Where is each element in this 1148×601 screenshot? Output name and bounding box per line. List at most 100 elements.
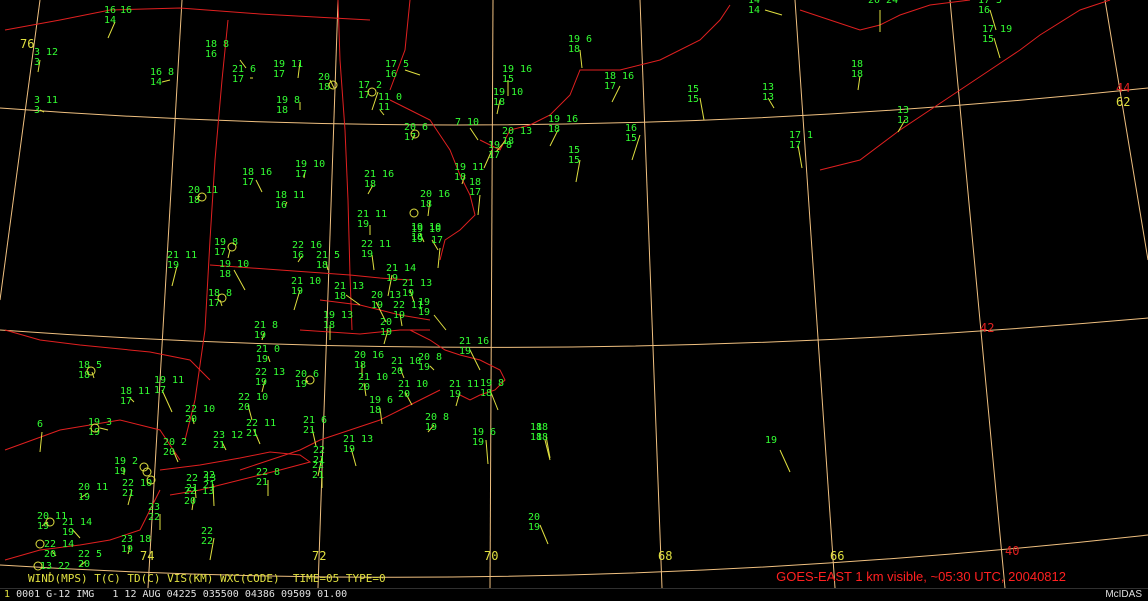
station-dewpoint: 17 bbox=[214, 247, 226, 258]
satellite-map[interactable]: 74 72 70 68 66 44 42 40 76 62 16141618 8… bbox=[0, 0, 1148, 588]
station-dewpoint: 17 bbox=[120, 396, 132, 407]
lat-label-44: 44 bbox=[1116, 81, 1130, 95]
station-temp-wind: 17 bbox=[431, 235, 443, 246]
station-dewpoint: 14 bbox=[150, 77, 162, 88]
station-dewpoint: 14 bbox=[748, 5, 760, 16]
station-dewpoint: 18 bbox=[851, 69, 863, 80]
station-dewpoint: 18 bbox=[316, 260, 328, 271]
station-temp-wind: 19 bbox=[765, 435, 777, 446]
lon-label-76: 76 bbox=[20, 37, 34, 51]
station-dewpoint: 19 bbox=[402, 288, 414, 299]
station-dewpoint: 16 bbox=[205, 49, 217, 60]
map-background bbox=[0, 0, 1148, 588]
station-dewpoint: 19 bbox=[361, 249, 373, 260]
station-dewpoint: 15 bbox=[687, 94, 699, 105]
station-dewpoint: 20 bbox=[398, 389, 410, 400]
station-dewpoint: 18 bbox=[323, 320, 335, 331]
station-dewpoint: 3 bbox=[34, 105, 40, 116]
station-dewpoint: 18 bbox=[354, 360, 366, 371]
station-dewpoint: 17 bbox=[295, 169, 307, 180]
station-dewpoint: 18 bbox=[369, 405, 381, 416]
station-dewpoint: 19 bbox=[88, 427, 100, 438]
station-dewpoint: 18 bbox=[480, 388, 492, 399]
station-dewpoint: 19 bbox=[295, 379, 307, 390]
station-dewpoint: 21 bbox=[256, 477, 268, 488]
station-dewpoint: 21 bbox=[246, 428, 258, 439]
station-dewpoint: 17 bbox=[604, 81, 616, 92]
mcidas-brand: McIDAS bbox=[1105, 589, 1142, 600]
station-dewpoint: 19 bbox=[411, 234, 423, 245]
station-dewpoint: 19 bbox=[418, 307, 430, 318]
station-dewpoint: 20 bbox=[184, 496, 196, 507]
product-label: GOES-EAST 1 km visible, ~05:30 UTC, 2004… bbox=[776, 569, 1066, 584]
lat-label-42: 42 bbox=[980, 321, 994, 335]
station-dewpoint: 18 bbox=[493, 97, 505, 108]
frame-number[interactable]: 1 bbox=[4, 589, 10, 600]
station-dewpoint: 15 bbox=[625, 133, 637, 144]
station-dewpoint: 18 bbox=[530, 432, 542, 443]
station-dewpoint: 20 bbox=[78, 559, 90, 570]
station-temp-wind: 7 10 bbox=[455, 117, 479, 128]
station-dewpoint: 22 bbox=[201, 536, 213, 547]
lon-label-72: 72 bbox=[312, 549, 326, 563]
station-dewpoint: 21 bbox=[312, 470, 324, 481]
station-dewpoint: 16 bbox=[275, 200, 287, 211]
station-temp-wind: 13 22 bbox=[40, 561, 70, 572]
station-dewpoint: 19 bbox=[472, 437, 484, 448]
station-dewpoint: 19 bbox=[386, 273, 398, 284]
lon-label-74: 74 bbox=[140, 549, 154, 563]
station-dewpoint: 21 bbox=[303, 425, 315, 436]
station-dewpoint: 18 bbox=[568, 44, 580, 55]
station-dewpoint: 17 bbox=[469, 187, 481, 198]
station-dewpoint: 17 bbox=[154, 385, 166, 396]
station-dewpoint: 16 bbox=[385, 69, 397, 80]
station-dewpoint: 17 bbox=[273, 69, 285, 80]
station-dewpoint: 17 bbox=[789, 140, 801, 151]
plot-legend: WIND(MPS) T(C) TD(C) VIS(KM) WXC(CODE) T… bbox=[28, 572, 386, 585]
station-dewpoint: 17 bbox=[232, 74, 244, 85]
station-dewpoint: 19 bbox=[291, 286, 303, 297]
station-temp-wind: 20 24 bbox=[868, 0, 898, 6]
station-dewpoint: 16 bbox=[978, 5, 990, 16]
lat-label-62-edge: 62 bbox=[1116, 95, 1130, 109]
station-dewpoint: 19 bbox=[393, 310, 405, 321]
station-dewpoint: 19 bbox=[418, 362, 430, 373]
station-dewpoint: 19 bbox=[256, 354, 268, 365]
station-dewpoint: 22 bbox=[148, 512, 160, 523]
station-dewpoint: 19 bbox=[255, 377, 267, 388]
station-dewpoint: 20 bbox=[185, 414, 197, 425]
station-dewpoint: 18 bbox=[420, 199, 432, 210]
station-dewpoint: 19 bbox=[380, 327, 392, 338]
station-dewpoint: 20 bbox=[391, 366, 403, 377]
lon-label-70: 70 bbox=[484, 549, 498, 563]
station-dewpoint: 21 bbox=[203, 480, 215, 491]
station-dewpoint: 21 bbox=[122, 488, 134, 499]
station-dewpoint: 18 bbox=[78, 370, 90, 381]
station-dewpoint: 19 bbox=[343, 444, 355, 455]
station-dewpoint: 18 bbox=[219, 269, 231, 280]
station-dewpoint: 18 bbox=[548, 124, 560, 135]
station-dewpoint: 20 bbox=[163, 447, 175, 458]
station-dewpoint: 18 bbox=[364, 179, 376, 190]
station-dewpoint: 20 bbox=[238, 402, 250, 413]
station-dewpoint: 18 bbox=[454, 172, 466, 183]
station-dewpoint: 15 bbox=[502, 74, 514, 85]
station-dewpoint: 13 bbox=[897, 115, 909, 126]
status-bar: 1 0001 G-12 IMG 1 12 AUG 04225 035500 04… bbox=[0, 588, 1148, 601]
station-dewpoint: 19 bbox=[425, 422, 437, 433]
station-dewpoint: 19 bbox=[371, 300, 383, 311]
station-dewpoint: 16 bbox=[292, 250, 304, 261]
station-dewpoint: 19 bbox=[459, 346, 471, 357]
station-dewpoint: 17 bbox=[488, 150, 500, 161]
station-dewpoint: 21 bbox=[213, 440, 225, 451]
station-dewpoint: 19 bbox=[528, 522, 540, 533]
status-text: 1 0001 G-12 IMG 1 12 AUG 04225 035500 04… bbox=[4, 589, 347, 601]
station-dewpoint: 19 bbox=[167, 260, 179, 271]
station-dewpoint: 19 bbox=[78, 492, 90, 503]
station-dewpoint: 13 bbox=[762, 92, 774, 103]
station-dewpoint: 15 bbox=[568, 155, 580, 166]
station-dewpoint: 19 bbox=[62, 527, 74, 538]
station-dewpoint: 19 bbox=[114, 466, 126, 477]
station-extra: 16 bbox=[120, 5, 132, 16]
station-temp-wind: 6 bbox=[37, 419, 43, 430]
